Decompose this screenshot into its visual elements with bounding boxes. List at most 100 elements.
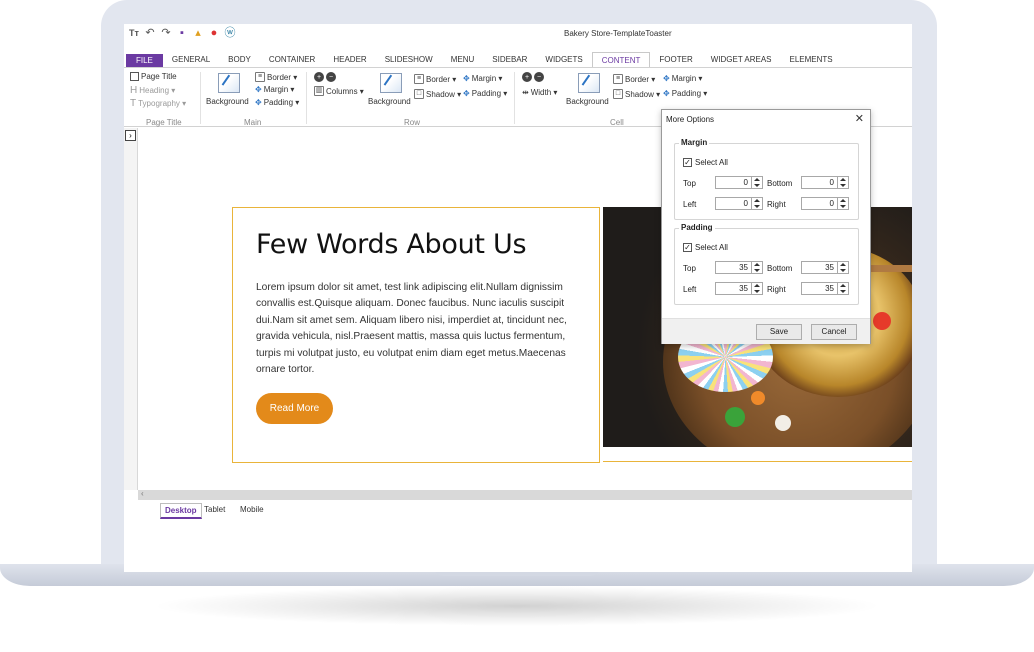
tab-mobile[interactable]: Mobile [236, 503, 268, 519]
margin-legend: Margin [679, 138, 710, 147]
tab-content[interactable]: CONTENT [591, 52, 651, 68]
ribbon-separator [514, 72, 515, 124]
width-icon: ⇹ [522, 88, 529, 97]
wooden-stick [868, 265, 912, 272]
row-padding-dropdown[interactable]: ✥ Padding ▾ [463, 89, 507, 98]
padding-right-input[interactable]: 35 [801, 282, 849, 295]
padding-bottom-value: 35 [825, 263, 834, 272]
padding-left-label: Left [683, 285, 697, 294]
view-tabs: Desktop Tablet Mobile [138, 500, 912, 522]
row-margin-dropdown[interactable]: ✥ Margin ▾ [463, 74, 502, 83]
add-cell-icon[interactable]: + [522, 72, 532, 82]
export-icon[interactable]: ▴ [192, 27, 204, 39]
margin-select-all-checkbox[interactable]: ✓ Select All [683, 158, 728, 167]
read-more-button[interactable]: Read More [256, 393, 333, 424]
spinner-icon[interactable] [837, 283, 848, 294]
save-icon[interactable]: ▪ [176, 27, 188, 39]
tab-slideshow[interactable]: SLIDESHOW [376, 52, 442, 68]
page-title-checkbox[interactable]: Page Title [130, 72, 177, 81]
add-row-icon[interactable]: + [314, 72, 324, 82]
redo-icon[interactable]: ↷ [160, 27, 172, 39]
margin-right-input[interactable]: 0 [801, 197, 849, 210]
cancel-button[interactable]: Cancel [811, 324, 857, 340]
remove-cell-icon[interactable]: − [534, 72, 544, 82]
undo-icon[interactable]: ↶ [144, 27, 156, 39]
spinner-icon[interactable] [837, 262, 848, 273]
tab-header[interactable]: HEADER [324, 52, 375, 68]
tab-body[interactable]: BODY [219, 52, 260, 68]
spinner-icon[interactable] [751, 198, 762, 209]
margin-left-input[interactable]: 0 [715, 197, 763, 210]
tab-desktop[interactable]: Desktop [160, 503, 202, 519]
tab-general[interactable]: GENERAL [163, 52, 219, 68]
tab-file[interactable]: FILE [126, 54, 163, 68]
main-margin-dropdown[interactable]: ✥ Margin ▾ [255, 85, 294, 94]
row-columns-dropdown[interactable]: ▥ Columns ▾ [314, 86, 364, 96]
row-add-remove: + − [314, 72, 336, 82]
ribbon-separator [200, 72, 201, 124]
tab-sidebar[interactable]: SIDEBAR [483, 52, 536, 68]
cell-background-icon[interactable] [578, 73, 600, 93]
tab-menu[interactable]: MENU [442, 52, 484, 68]
main-background-icon[interactable] [218, 73, 240, 93]
spinner-icon[interactable] [751, 283, 762, 294]
scroll-left-icon[interactable]: ‹ [141, 489, 144, 498]
row-shadow-dropdown[interactable]: □ Shadow ▾ [414, 89, 461, 99]
close-icon[interactable]: ✕ [855, 112, 864, 125]
browser-icon[interactable]: ● [208, 27, 220, 39]
quick-access-toolbar: Tт ↶ ↷ ▪ ▴ ● ⓦ [128, 27, 236, 39]
padding-select-all-checkbox[interactable]: ✓ Select All [683, 243, 728, 252]
margin-label: Margin ▾ [471, 74, 503, 83]
main-border-dropdown[interactable]: ≡ Border ▾ [255, 72, 297, 82]
padding-icon: ✥ [255, 98, 262, 107]
text-icon[interactable]: Tт [128, 27, 140, 39]
tab-footer[interactable]: FOOTER [650, 52, 701, 68]
cell-background-button[interactable]: Background [566, 97, 609, 106]
row-background-button[interactable]: Background [368, 97, 411, 106]
save-button[interactable]: Save [756, 324, 802, 340]
group-label-cell: Cell [610, 118, 624, 127]
spinner-icon[interactable] [837, 177, 848, 188]
cell-shadow-dropdown[interactable]: □ Shadow ▾ [613, 89, 660, 99]
padding-bottom-input[interactable]: 35 [801, 261, 849, 274]
window-title: Bakery Store-TemplateToaster [564, 29, 672, 38]
row-background-icon[interactable] [380, 73, 402, 93]
spinner-icon[interactable] [751, 262, 762, 273]
tab-elements[interactable]: ELEMENTS [781, 52, 842, 68]
horizontal-scrollbar[interactable]: ‹ [138, 489, 912, 500]
wordpress-icon[interactable]: ⓦ [224, 27, 236, 39]
cell-width-dropdown[interactable]: ⇹ Width ▾ [522, 88, 557, 97]
tab-widget-areas[interactable]: WIDGET AREAS [702, 52, 781, 68]
laptop-shadow [150, 586, 884, 626]
cell-margin-dropdown[interactable]: ✥ Margin ▾ [663, 74, 702, 83]
candy-ball-green [725, 407, 745, 427]
cell-border-dropdown[interactable]: ≡ Border ▾ [613, 74, 655, 84]
shadow-label: Shadow ▾ [426, 89, 462, 99]
remove-row-icon[interactable]: − [326, 72, 336, 82]
margin-icon: ✥ [255, 85, 262, 94]
padding-top-input[interactable]: 35 [715, 261, 763, 274]
laptop-mockup: Tт ↶ ↷ ▪ ▴ ● ⓦ Bakery Store-TemplateToas… [0, 0, 1034, 652]
padding-right-label: Right [767, 285, 786, 294]
main-padding-dropdown[interactable]: ✥ Padding ▾ [255, 98, 299, 107]
more-options-dialog: More Options ✕ Margin ✓ Select All Top 0… [661, 109, 871, 344]
main-background-button[interactable]: Background [206, 97, 249, 106]
tab-tablet[interactable]: Tablet [200, 503, 229, 519]
cell-padding-dropdown[interactable]: ✥ Padding ▾ [663, 89, 707, 98]
row-border-dropdown[interactable]: ≡ Border ▾ [414, 74, 456, 84]
margin-bottom-input[interactable]: 0 [801, 176, 849, 189]
spinner-icon[interactable] [837, 198, 848, 209]
margin-top-label: Top [683, 179, 696, 188]
expand-panel-icon[interactable]: › [125, 130, 136, 141]
border-label: Border ▾ [426, 74, 457, 84]
padding-label: Padding ▾ [471, 89, 508, 98]
padding-left-input[interactable]: 35 [715, 282, 763, 295]
typography-icon: T [130, 98, 137, 109]
tab-container[interactable]: CONTAINER [260, 52, 325, 68]
typography-dropdown[interactable]: T Typography ▾ [130, 98, 186, 109]
spinner-icon[interactable] [751, 177, 762, 188]
tab-widgets[interactable]: WIDGETS [536, 52, 591, 68]
margin-fieldset: Margin ✓ Select All Top 0 Bottom 0 Left … [674, 138, 859, 220]
margin-top-input[interactable]: 0 [715, 176, 763, 189]
heading-dropdown[interactable]: H Heading ▾ [130, 85, 175, 96]
